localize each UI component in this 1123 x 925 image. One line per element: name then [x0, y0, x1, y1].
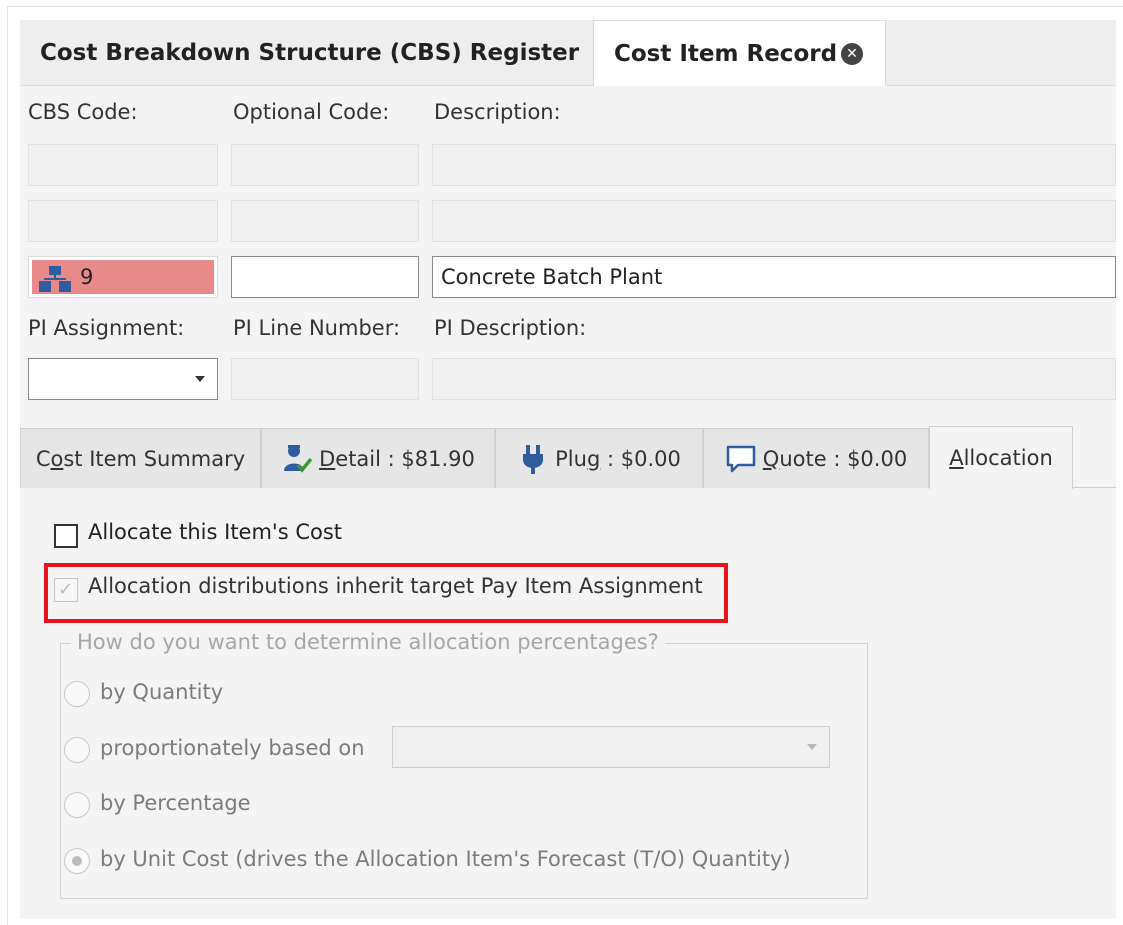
- cost-item-record-panel: CBS Code: Optional Code: Description: 9 …: [20, 86, 1116, 919]
- tab-detail-label: Detail : $81.90: [319, 446, 475, 471]
- tab-allocation[interactable]: Allocation: [929, 426, 1073, 489]
- cbs-code-field[interactable]: 9: [28, 256, 218, 298]
- parent-description-field-2: [432, 200, 1116, 242]
- tab-cost-item-summary[interactable]: Cost Item Summary: [20, 428, 261, 488]
- allocate-cost-checkbox[interactable]: [54, 524, 78, 548]
- access-key: A: [949, 446, 964, 470]
- by-quantity-label: by Quantity: [100, 680, 224, 704]
- by-percentage-radio[interactable]: [64, 792, 90, 818]
- tab-plug[interactable]: Plug : $0.00: [495, 428, 703, 488]
- parent-cbs-code-field-2: [28, 200, 218, 242]
- cbs-code-value: 9: [80, 265, 94, 289]
- pi-description-label: PI Description:: [434, 316, 587, 340]
- optional-code-input[interactable]: [231, 256, 419, 298]
- tab-plug-label: Plug : $0.00: [555, 446, 681, 471]
- proportionately-label: proportionately based on: [100, 736, 365, 760]
- proportion-basis-select[interactable]: [392, 726, 830, 768]
- tab-detail[interactable]: Detail : $81.90: [261, 428, 495, 488]
- access-key: D: [319, 446, 336, 471]
- chevron-down-icon[interactable]: [195, 376, 205, 382]
- document-tab-bar: Cost Breakdown Structure (CBS) Register …: [20, 20, 1116, 87]
- description-value: Concrete Batch Plant: [441, 265, 663, 289]
- plug-icon: [523, 444, 544, 474]
- cbs-code-highlight: 9: [32, 260, 214, 294]
- tab-quote-label: Quote : $0.00: [762, 446, 908, 471]
- by-unit-cost-label: by Unit Cost (drives the Allocation Item…: [100, 847, 791, 871]
- parent-optional-code-field-2: [231, 200, 419, 242]
- parent-cbs-code-field-1: [28, 144, 218, 186]
- proportionately-radio[interactable]: [64, 737, 90, 763]
- cost-item-tab-bar: Cost Item Summary Detail : $81.90 Plug :…: [20, 426, 1116, 489]
- access-key: Q: [762, 446, 780, 471]
- by-unit-cost-radio[interactable]: [64, 848, 90, 874]
- pi-assignment-label: PI Assignment:: [28, 316, 185, 340]
- highlight-box: [44, 563, 728, 623]
- access-key: g: [586, 446, 601, 471]
- parent-description-field-1: [432, 144, 1116, 186]
- by-quantity-radio[interactable]: [64, 681, 90, 707]
- by-percentage-label: by Percentage: [100, 791, 251, 815]
- pi-line-number-label: PI Line Number:: [233, 316, 401, 340]
- description-input[interactable]: Concrete Batch Plant: [432, 256, 1116, 298]
- person-check-icon: [284, 444, 313, 473]
- tab-cost-item-record[interactable]: Cost Item Record ✕: [594, 20, 886, 87]
- hierarchy-icon: [39, 266, 71, 292]
- parent-optional-code-field-1: [231, 144, 419, 186]
- access-key: o: [50, 446, 64, 471]
- pi-description-field: [432, 358, 1116, 400]
- cbs-code-label: CBS Code:: [28, 100, 138, 124]
- tab-cost-item-record-label: Cost Item Record: [614, 41, 838, 67]
- allocate-cost-label: Allocate this Item's Cost: [88, 520, 342, 544]
- tab-cost-item-summary-label: Cost Item Summary: [35, 446, 246, 471]
- optional-code-label: Optional Code:: [233, 100, 390, 124]
- tab-quote[interactable]: Quote : $0.00: [703, 428, 929, 488]
- speech-bubble-icon: [726, 445, 756, 472]
- tab-allocation-label: Allocation: [949, 446, 1053, 470]
- chevron-down-icon[interactable]: [807, 744, 817, 750]
- allocation-percentage-group-title: How do you want to determine allocation …: [71, 630, 665, 654]
- tab-cbs-register-label: Cost Breakdown Structure (CBS) Register: [40, 40, 580, 66]
- description-label: Description:: [434, 100, 561, 124]
- pi-assignment-dropdown[interactable]: [28, 358, 218, 400]
- tab-cbs-register[interactable]: Cost Breakdown Structure (CBS) Register: [20, 20, 594, 86]
- pi-line-number-field: [231, 358, 419, 400]
- close-icon[interactable]: ✕: [841, 43, 863, 65]
